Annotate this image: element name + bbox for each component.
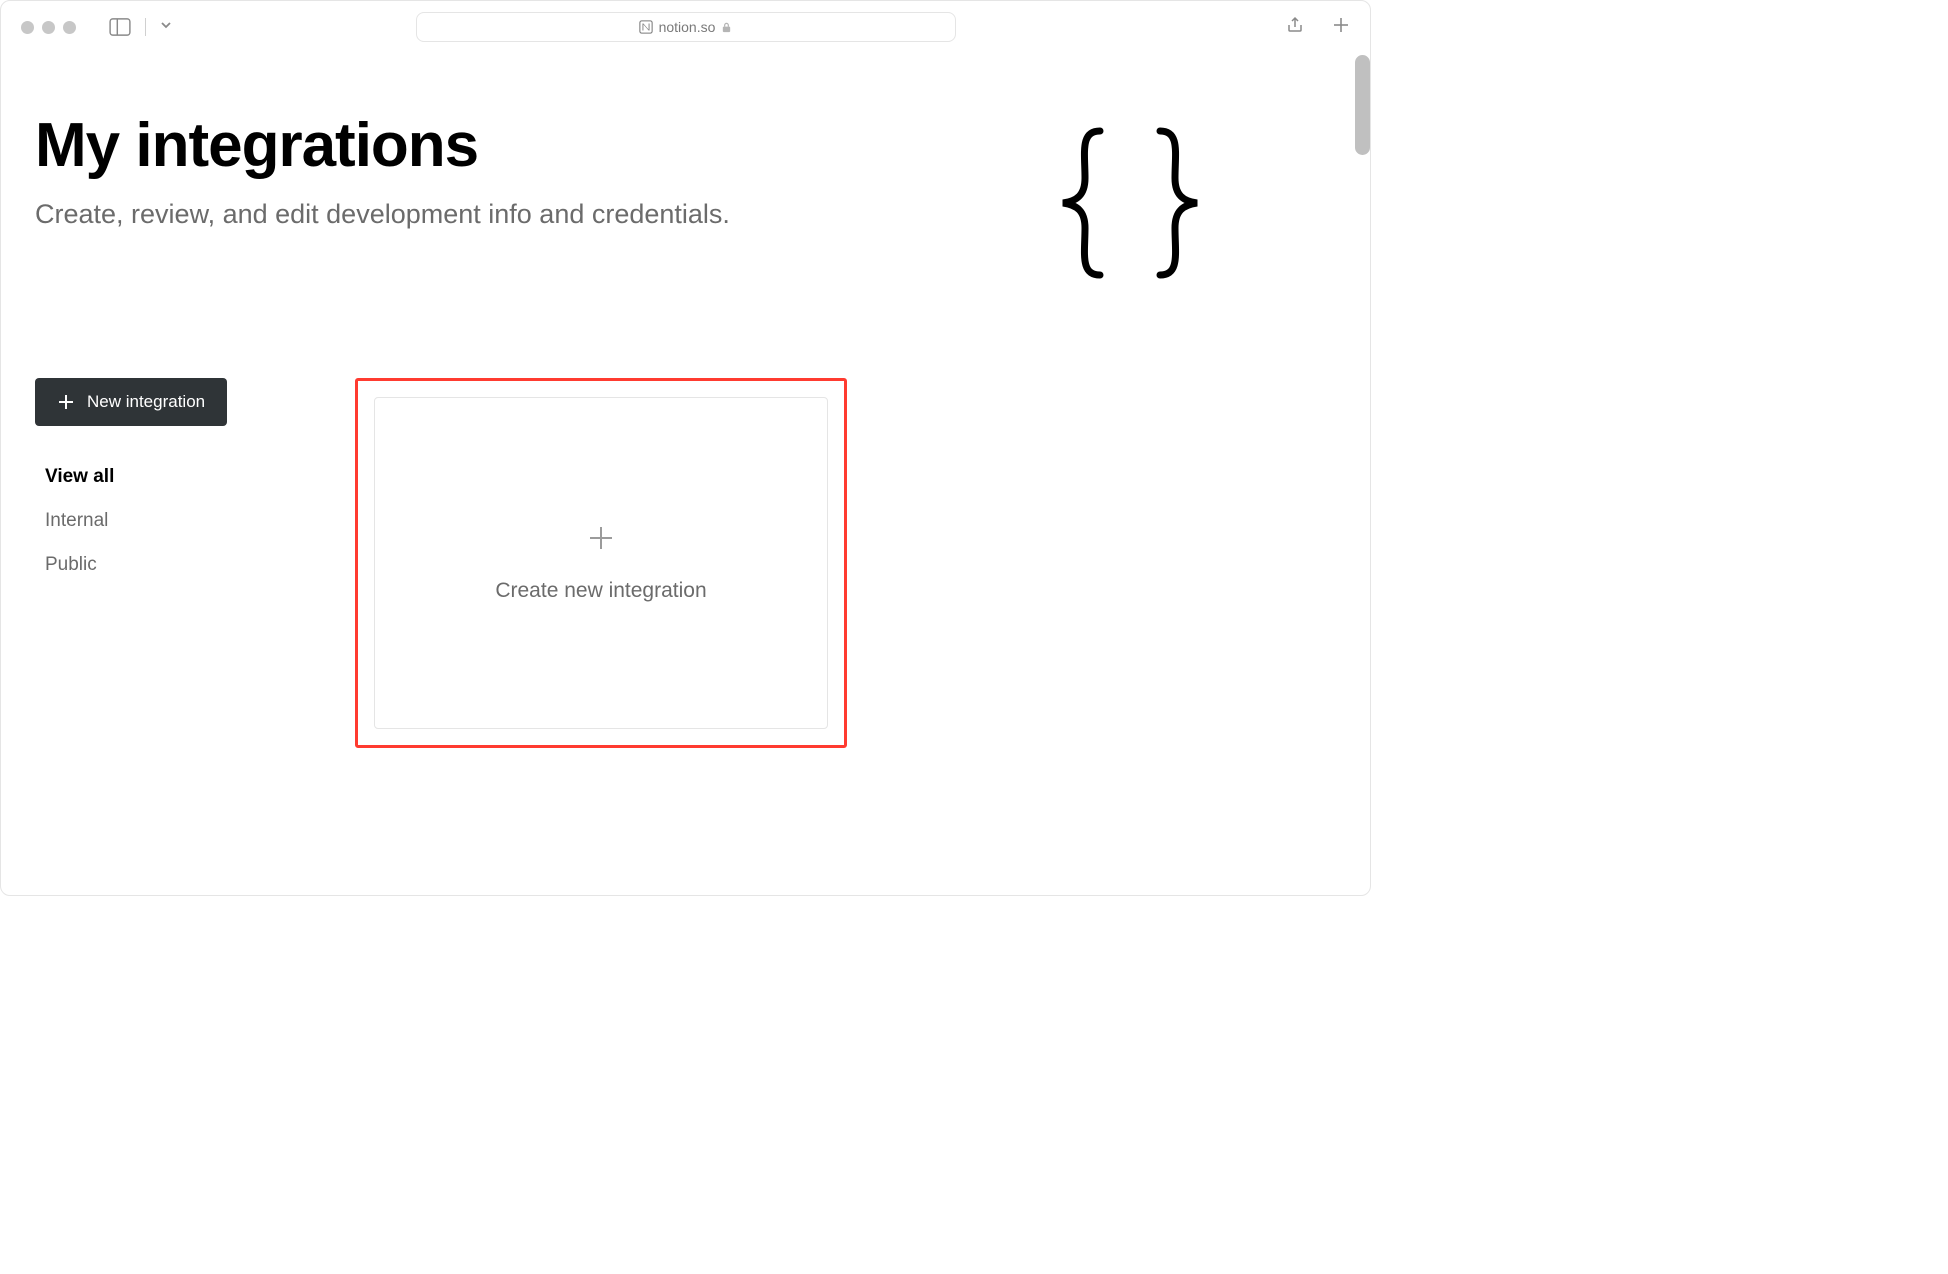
- share-button[interactable]: [1286, 16, 1304, 39]
- page-subtitle: Create, review, and edit development inf…: [35, 196, 730, 234]
- lock-icon: [721, 22, 732, 33]
- page-header: My integrations Create, review, and edit…: [35, 113, 1335, 288]
- new-tab-button[interactable]: [1332, 16, 1350, 39]
- braces-illustration-icon: [1055, 123, 1205, 288]
- main-area: Create new integration: [355, 378, 1335, 748]
- create-integration-card[interactable]: Create new integration: [374, 397, 828, 729]
- window-minimize-button[interactable]: [42, 21, 55, 34]
- filter-internal[interactable]: Internal: [35, 510, 285, 532]
- sidebar: New integration View all Internal Public: [35, 378, 285, 748]
- page-body: New integration View all Internal Public: [35, 378, 1335, 748]
- page-title: My integrations: [35, 113, 730, 178]
- new-integration-button[interactable]: New integration: [35, 378, 227, 426]
- address-bar[interactable]: notion.so: [416, 12, 956, 42]
- browser-toolbar: notion.so: [1, 1, 1370, 53]
- filter-list: View all Internal Public: [35, 466, 285, 576]
- history-dropdown-button[interactable]: [160, 18, 172, 36]
- address-text: notion.so: [659, 19, 716, 35]
- sidebar-toggle-button[interactable]: [109, 18, 131, 36]
- create-integration-label: Create new integration: [495, 579, 706, 603]
- filter-view-all[interactable]: View all: [35, 466, 285, 488]
- notion-favicon-icon: [639, 20, 653, 34]
- annotation-highlight: Create new integration: [355, 378, 847, 748]
- window-close-button[interactable]: [21, 21, 34, 34]
- new-integration-label: New integration: [87, 392, 205, 412]
- scrollbar[interactable]: [1355, 55, 1370, 155]
- page-content: My integrations Create, review, and edit…: [1, 53, 1370, 748]
- toolbar-divider: [145, 18, 146, 36]
- browser-right-actions: [1286, 16, 1350, 39]
- plus-icon: [587, 524, 615, 557]
- filter-public[interactable]: Public: [35, 554, 285, 576]
- window-controls: [21, 21, 76, 34]
- window-maximize-button[interactable]: [63, 21, 76, 34]
